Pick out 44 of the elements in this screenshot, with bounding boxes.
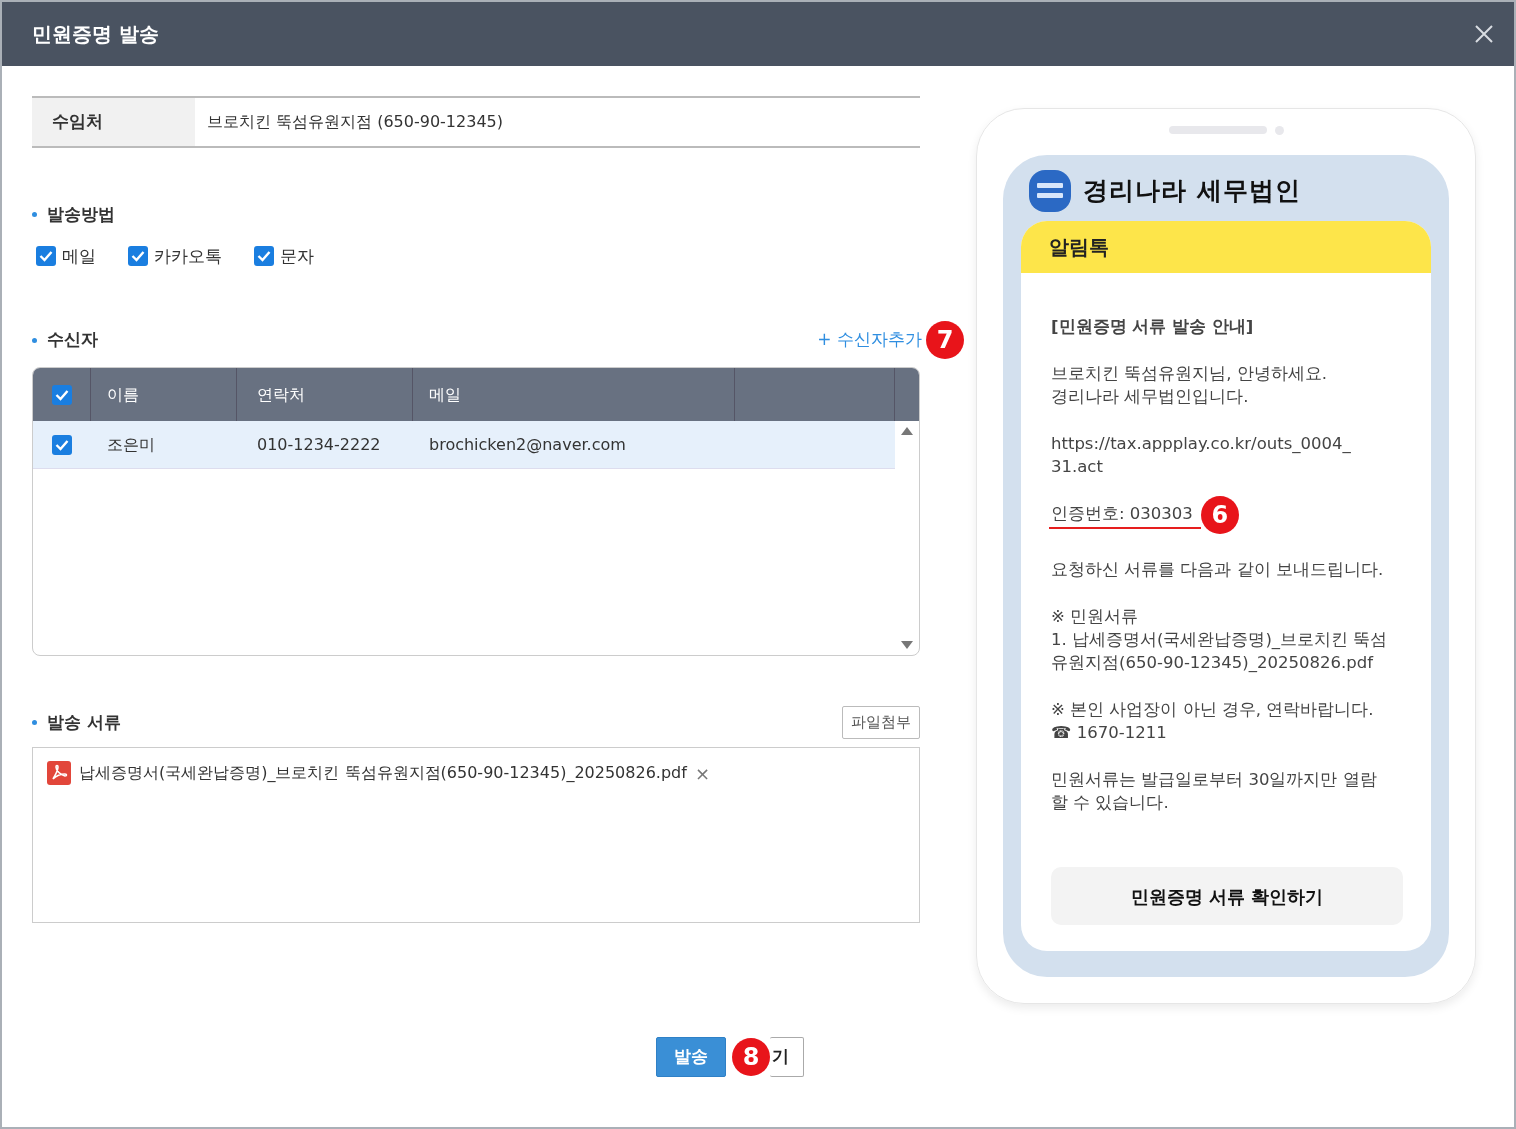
field-value: 브로치킨 뚝섬유원지점 (650-90-12345) — [206, 111, 503, 133]
message-text: https://tax.appplay.co.kr/outs_0004_ 31.act — [1051, 433, 1352, 478]
message-banner: 알림톡 — [1021, 221, 1431, 273]
table-cell-text: brochicken2@naver.com — [428, 433, 627, 456]
verification-code: 인증번호: 030303 — [1049, 501, 1201, 529]
close-icon[interactable] — [1474, 24, 1494, 44]
file-name: 납세증명서(국세완납증명)_브로치킨 뚝섬유원지점(650-90-12345)_20250826.pdf — [79, 762, 687, 784]
message-title: [민원증명 서류 발송 안내] — [1051, 316, 1255, 338]
sender-name: 경리나라 세무법인 — [1083, 175, 1301, 208]
table-row[interactable]: 조은미 010-1234-2222 brochicken2@naver.com — [33, 421, 895, 469]
bullet-icon — [32, 337, 37, 343]
scroll-down-icon[interactable] — [901, 641, 913, 649]
message-text: 브로치킨 뚝섬유원지님, 안녕하세요. 경리나라 세무법인입니다. — [1051, 363, 1328, 408]
option-label: 메일 — [62, 244, 96, 268]
message-text: ※ 민원서류 1. 납세증명서(국세완납증명)_브로치킨 뚝섬 유원지점(650-90-12345)_20250826.pdf — [1051, 606, 1389, 674]
attach-button[interactable]: 파일첨부 — [842, 706, 920, 739]
option-label: 문자 — [280, 244, 314, 268]
message-text: ※ 본인 사업장이 아닌 경우, 연락바랍니다. ☎ 1670-1211 — [1051, 699, 1375, 744]
message-text: 요청하신 서류를 다음과 같이 보내드립니다. — [1051, 559, 1385, 581]
table-cell-text: 010-1234-2222 — [256, 433, 382, 456]
callout-marker: 8 — [732, 1038, 770, 1076]
section-title: 발송 서류 — [47, 710, 121, 734]
bullet-icon — [32, 212, 37, 218]
checkbox[interactable] — [254, 246, 274, 267]
scroll-up-icon[interactable] — [901, 427, 913, 435]
window-title: 민원증명 발송 — [32, 22, 159, 46]
section-title: 발송방법 — [47, 203, 115, 226]
checkbox[interactable] — [51, 384, 72, 405]
callout-marker: 7 — [926, 321, 964, 359]
logo-icon — [1029, 170, 1071, 212]
checkbox[interactable] — [128, 246, 148, 267]
field-label: 수임처 — [32, 98, 195, 146]
option-label: 카카오톡 — [154, 244, 222, 268]
message-text: 민원서류는 발급일로부터 30일까지만 열람 할 수 있습니다. — [1051, 769, 1378, 814]
section-title: 수신자 — [47, 328, 98, 352]
callout-marker: 6 — [1200, 496, 1239, 534]
pdf-icon — [47, 761, 71, 785]
table-cell-text: 조은미 — [106, 433, 156, 456]
remove-button[interactable]: × — [694, 759, 710, 787]
confirm-documents-button[interactable]: 민원증명 서류 확인하기 — [1051, 867, 1403, 925]
checkbox[interactable] — [52, 434, 72, 455]
close-button[interactable]: 기 — [770, 1037, 804, 1077]
bullet-icon — [32, 719, 37, 725]
checkbox[interactable] — [36, 246, 56, 267]
